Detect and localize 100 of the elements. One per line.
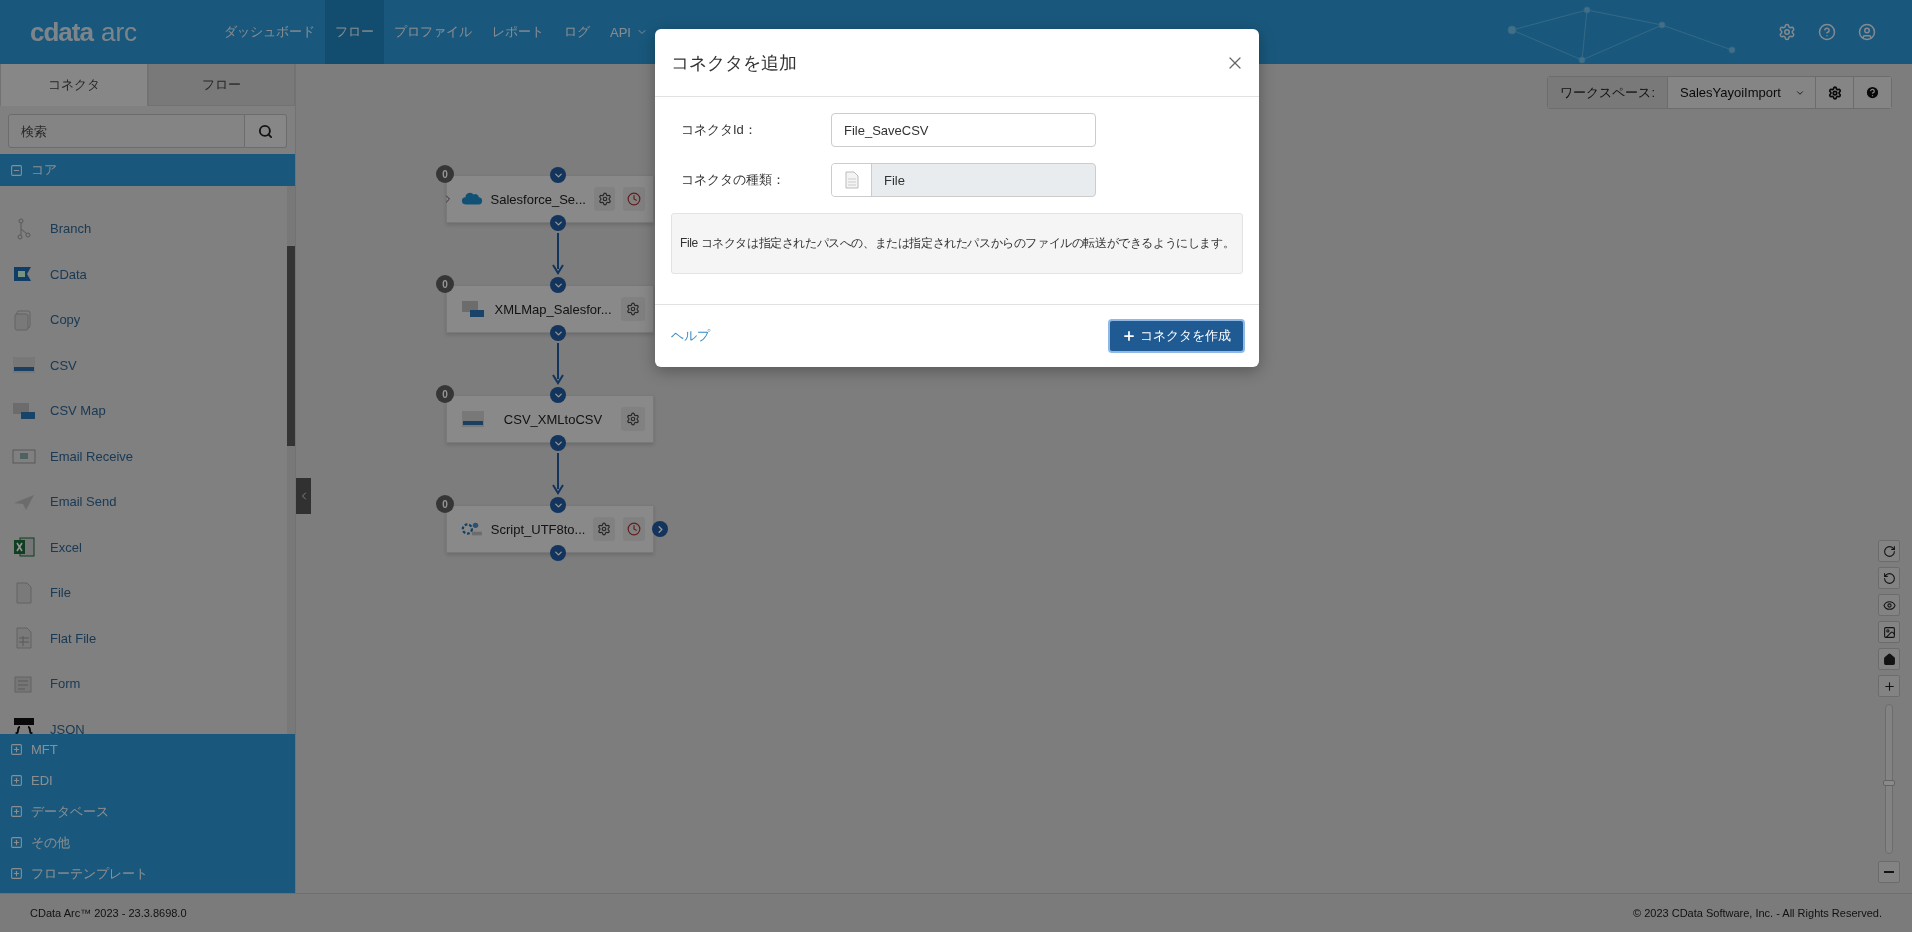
count-badge: 0 — [436, 275, 454, 293]
collapse-icon — [10, 163, 23, 177]
view-button[interactable] — [1878, 594, 1900, 616]
connector-item[interactable]: CSV — [0, 342, 287, 388]
product-name: arc — [100, 16, 138, 48]
undo-icon — [1882, 571, 1896, 585]
settings-button[interactable] — [593, 187, 616, 211]
flow-node[interactable]: Salesforce_Se... — [446, 175, 654, 223]
gear-icon — [597, 192, 612, 206]
field-label: コネクタId： — [680, 121, 758, 139]
settings-button[interactable] — [621, 297, 645, 321]
input-field[interactable]: File_SaveCSV — [831, 113, 1096, 147]
port-icon — [550, 387, 566, 403]
collapse-handle[interactable] — [296, 478, 311, 514]
json-icon — [12, 717, 36, 734]
help-link[interactable]: ヘルプ — [671, 327, 710, 345]
slider-thumb[interactable] — [1883, 780, 1895, 787]
description-text: File コネクタは指定されたパスへの、または指定されたパスからのファイルの転送ができるようにします。 — [671, 213, 1243, 274]
image-icon — [1882, 625, 1896, 639]
help-button[interactable] — [1853, 77, 1891, 108]
expand-icon — [10, 836, 23, 849]
nav-tab[interactable]: プロファイル — [384, 0, 482, 64]
connector-item[interactable]: Email Send — [0, 479, 287, 525]
nav-tab[interactable]: API — [600, 0, 658, 64]
minus-icon — [1884, 871, 1894, 873]
clock-button[interactable] — [623, 187, 645, 211]
csv-icon — [461, 408, 485, 430]
connector-label: File — [50, 585, 71, 601]
expand-icon — [10, 774, 23, 787]
connector-item[interactable]: Flat File — [0, 615, 287, 661]
count-badge: 0 — [436, 495, 454, 513]
section-header[interactable]: コア — [0, 154, 295, 186]
connector-item[interactable]: CSV Map — [0, 388, 287, 434]
connector-item[interactable]: Excel — [0, 524, 287, 570]
search-icon — [258, 123, 273, 139]
count-badge: 0 — [436, 385, 454, 403]
node-name: Salesforce_Se... — [490, 191, 586, 207]
port-icon — [550, 215, 566, 231]
nav-tab[interactable]: ログ — [554, 0, 600, 64]
expand-icon — [10, 867, 23, 880]
connector-item[interactable]: Form — [0, 661, 287, 707]
flow-node[interactable]: XMLMap_Salesfor... — [446, 285, 654, 333]
connector-label: Form — [50, 676, 81, 692]
version-text: CData Arc™ 2023 - 23.3.8698.0 — [30, 907, 187, 919]
port-icon — [550, 277, 566, 293]
connector-label: CData — [50, 266, 87, 282]
zoom-out-button[interactable] — [1878, 861, 1900, 883]
settings-button[interactable] — [621, 407, 645, 431]
connector-item[interactable]: Copy — [0, 297, 287, 343]
nav-tab[interactable]: レポート — [482, 0, 554, 64]
settings-button[interactable] — [593, 517, 616, 541]
dialog-title: コネクタを追加 — [671, 51, 797, 75]
nav-tab[interactable]: ダッシュボード — [214, 0, 325, 64]
connector-item[interactable]: JSON — [0, 706, 287, 734]
node-name: XMLMap_Salesfor... — [493, 301, 613, 317]
connector-arrow — [552, 233, 564, 275]
connector-label: Copy — [50, 312, 81, 328]
connector-item[interactable]: File — [0, 570, 287, 616]
map-icon — [461, 298, 485, 320]
clock-button[interactable] — [623, 517, 645, 541]
search-button[interactable] — [245, 114, 287, 148]
clock-icon — [627, 192, 642, 206]
node-name: CSV_XMLtoCSV — [502, 411, 604, 427]
search-field[interactable]: 検索 — [8, 114, 245, 148]
image-button[interactable] — [1878, 621, 1900, 643]
connector-label: Flat File — [50, 630, 97, 646]
connector-item[interactable]: CData — [0, 251, 287, 297]
gear-icon — [597, 522, 612, 536]
port-icon — [550, 545, 566, 561]
flow-node[interactable]: Script_UTF8to... — [446, 505, 654, 553]
logo-text: cdata — [30, 16, 93, 48]
sidebar-tab[interactable]: コネクタ — [0, 64, 148, 106]
gear-icon — [626, 412, 640, 426]
create-button[interactable]: コネクタを作成 — [1108, 319, 1245, 353]
nav-tab[interactable]: フロー — [325, 0, 384, 64]
plus-icon — [1122, 329, 1136, 343]
port-icon — [550, 325, 566, 341]
flow-node[interactable]: CSV_XMLtoCSV — [446, 395, 654, 443]
connector-item[interactable]: Branch — [0, 206, 287, 252]
connector-label: Email Send — [50, 494, 117, 510]
zoom-slider[interactable] — [1885, 704, 1893, 854]
connector-label: Branch — [50, 221, 92, 237]
file-icon — [844, 171, 859, 189]
connector-item[interactable]: Email Receive — [0, 433, 287, 479]
help-icon — [1865, 85, 1880, 100]
sidebar-tab[interactable]: フロー — [147, 64, 295, 106]
plus-icon — [1882, 679, 1896, 693]
redo-button[interactable] — [1878, 540, 1900, 562]
connector-label: CSV Map — [50, 403, 106, 419]
node-name: Script_UTF8to... — [490, 521, 586, 537]
port-icon — [550, 497, 566, 513]
gear-icon — [1827, 85, 1842, 100]
zoom-in-button[interactable] — [1878, 675, 1900, 697]
connector-label: CSV — [50, 357, 77, 373]
undo-button[interactable] — [1878, 567, 1900, 589]
clock-icon — [627, 522, 642, 536]
workspace-label: ワークスペース: — [1548, 77, 1667, 108]
expand-icon — [10, 743, 23, 756]
home-button[interactable] — [1878, 648, 1900, 670]
output-port[interactable] — [652, 521, 668, 537]
